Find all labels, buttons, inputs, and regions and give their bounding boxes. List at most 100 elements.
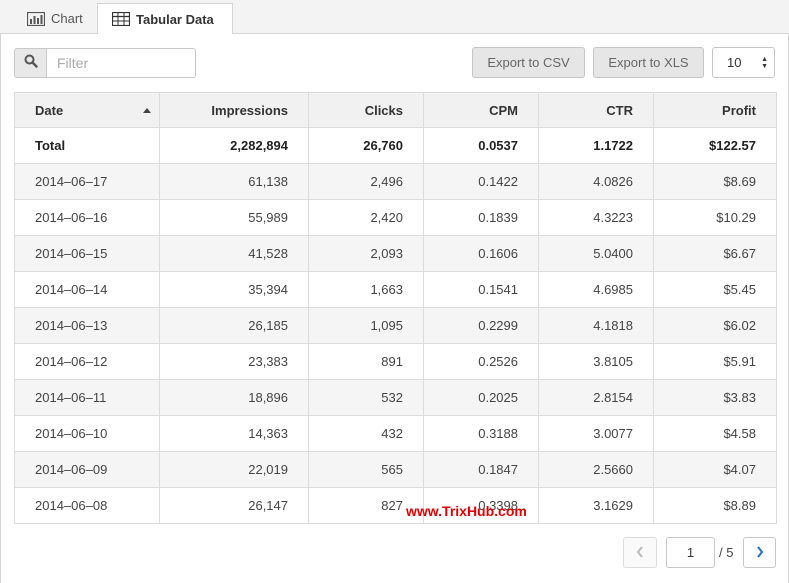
total-cell: $122.57 — [653, 127, 777, 164]
column-header-label: Date — [35, 102, 64, 118]
table-row: 2014–06–10 14,363 432 0.3188 3.0077 $4.58 — [14, 415, 777, 452]
filter-input[interactable] — [46, 48, 196, 78]
table-cell: 2,093 — [308, 235, 424, 272]
table-cell: 0.1541 — [423, 271, 539, 308]
total-cell: Total — [14, 127, 160, 164]
table-cell: 1,095 — [308, 307, 424, 344]
total-cell: 2,282,894 — [159, 127, 309, 164]
table-cell: 565 — [308, 451, 424, 488]
table-cell: 26,147 — [159, 487, 309, 524]
table-row: 2014–06–11 18,896 532 0.2025 2.8154 $3.83 — [14, 379, 777, 416]
search-button[interactable] — [14, 48, 47, 78]
table-icon — [111, 11, 131, 27]
table-cell: 2,496 — [308, 163, 424, 200]
table-cell: 3.8105 — [538, 343, 654, 380]
table-cell: 4.0826 — [538, 163, 654, 200]
table-cell: 2014–06–15 — [14, 235, 160, 272]
table-cell: 2.8154 — [538, 379, 654, 416]
table-cell: 2014–06–08 — [14, 487, 160, 524]
column-header-date[interactable]: Date — [14, 92, 160, 128]
select-arrows-icon: ▲ ▼ — [761, 56, 768, 70]
tab-chart[interactable]: Chart — [14, 3, 98, 34]
table-cell: $4.07 — [653, 451, 777, 488]
table-cell: 0.2299 — [423, 307, 539, 344]
table-cell: 14,363 — [159, 415, 309, 452]
table-cell: 2014–06–14 — [14, 271, 160, 308]
table-cell: 0.1847 — [423, 451, 539, 488]
table-header-row: Date Impressions Clicks CPM CTR Profit — [14, 92, 777, 128]
total-row: Total 2,282,894 26,760 0.0537 1.1722 $12… — [14, 127, 777, 164]
watermark-text: www.TrixHub.com — [406, 503, 527, 519]
table-row: 2014–06–13 26,185 1,095 0.2299 4.1818 $6.02 — [14, 307, 777, 344]
table-cell: 891 — [308, 343, 424, 380]
column-header-clicks[interactable]: Clicks — [308, 92, 424, 128]
table-row: 2014–06–15 41,528 2,093 0.1606 5.0400 $6.67 — [14, 235, 777, 272]
table-cell: 23,383 — [159, 343, 309, 380]
table-cell: 4.1818 — [538, 307, 654, 344]
table-cell: $10.29 — [653, 199, 777, 236]
table-cell: 3.1629 — [538, 487, 654, 524]
table-row: 2014–06–12 23,383 891 0.2526 3.8105 $5.91 — [14, 343, 777, 380]
page-number-input[interactable] — [666, 537, 715, 568]
table-cell: 0.2025 — [423, 379, 539, 416]
table-cell: $6.67 — [653, 235, 777, 272]
export-csv-button[interactable]: Export to CSV — [472, 47, 585, 78]
table-cell: 1,663 — [308, 271, 424, 308]
column-header-impressions[interactable]: Impressions — [159, 92, 309, 128]
table-cell: 0.2526 — [423, 343, 539, 380]
table-cell: $4.58 — [653, 415, 777, 452]
table-row: 2014–06–16 55,989 2,420 0.1839 4.3223 $10.29 — [14, 199, 777, 236]
table-cell: 2014–06–10 — [14, 415, 160, 452]
table-cell: 26,185 — [159, 307, 309, 344]
search-icon — [24, 54, 38, 73]
previous-page-button[interactable] — [623, 537, 657, 568]
table-cell: 0.1422 — [423, 163, 539, 200]
table-cell: 3.0077 — [538, 415, 654, 452]
table-cell: 2014–06–12 — [14, 343, 160, 380]
total-cell: 1.1722 — [538, 127, 654, 164]
next-page-button[interactable] — [743, 537, 776, 568]
table-row: 2014–06–09 22,019 565 0.1847 2.5660 $4.07 — [14, 451, 777, 488]
export-xls-button[interactable]: Export to XLS — [593, 47, 704, 78]
column-header-ctr[interactable]: CTR — [538, 92, 654, 128]
column-header-cpm[interactable]: CPM — [423, 92, 539, 128]
table-cell: 2,420 — [308, 199, 424, 236]
column-header-profit[interactable]: Profit — [653, 92, 777, 128]
tab-tabular-data[interactable]: Tabular Data — [97, 3, 233, 35]
total-cell: 26,760 — [308, 127, 424, 164]
table-cell: 61,138 — [159, 163, 309, 200]
table-cell: 2014–06–11 — [14, 379, 160, 416]
total-cell: 0.0537 — [423, 127, 539, 164]
table-cell: $6.02 — [653, 307, 777, 344]
table-cell: 5.0400 — [538, 235, 654, 272]
table-cell: 4.6985 — [538, 271, 654, 308]
table-cell: $5.45 — [653, 271, 777, 308]
table-cell: 0.3188 — [423, 415, 539, 452]
tab-tabular-data-label: Tabular Data — [136, 11, 214, 27]
table-cell: 532 — [308, 379, 424, 416]
table-cell: $8.89 — [653, 487, 777, 524]
page-size-select[interactable]: 10 ▲ ▼ — [712, 47, 775, 78]
tab-bar: Chart Tabular Data — [0, 0, 789, 35]
table-cell: 2014–06–16 — [14, 199, 160, 236]
table-cell: $3.83 — [653, 379, 777, 416]
page-total-label: / 5 — [719, 545, 734, 560]
table-cell: 432 — [308, 415, 424, 452]
table-cell: 2014–06–13 — [14, 307, 160, 344]
table-cell: 2014–06–09 — [14, 451, 160, 488]
page-size-value: 10 — [727, 55, 742, 70]
table-cell: 0.1839 — [423, 199, 539, 236]
table-row: 2014–06–08 26,147 827 0.3398 3.1629 $8.89 — [14, 487, 777, 524]
table-cell: $5.91 — [653, 343, 777, 380]
table-cell: 22,019 — [159, 451, 309, 488]
table-cell: 2.5660 — [538, 451, 654, 488]
bar-chart-icon — [26, 11, 46, 26]
tab-chart-label: Chart — [51, 11, 83, 26]
chevron-right-icon — [756, 545, 764, 561]
data-table: Date Impressions Clicks CPM CTR Profit T… — [14, 92, 777, 524]
table-row: 2014–06–17 61,138 2,496 0.1422 4.0826 $8.69 — [14, 163, 777, 200]
table-cell: 4.3223 — [538, 199, 654, 236]
table-cell: 2014–06–17 — [14, 163, 160, 200]
table-cell: 18,896 — [159, 379, 309, 416]
sort-ascending-icon — [143, 108, 151, 113]
